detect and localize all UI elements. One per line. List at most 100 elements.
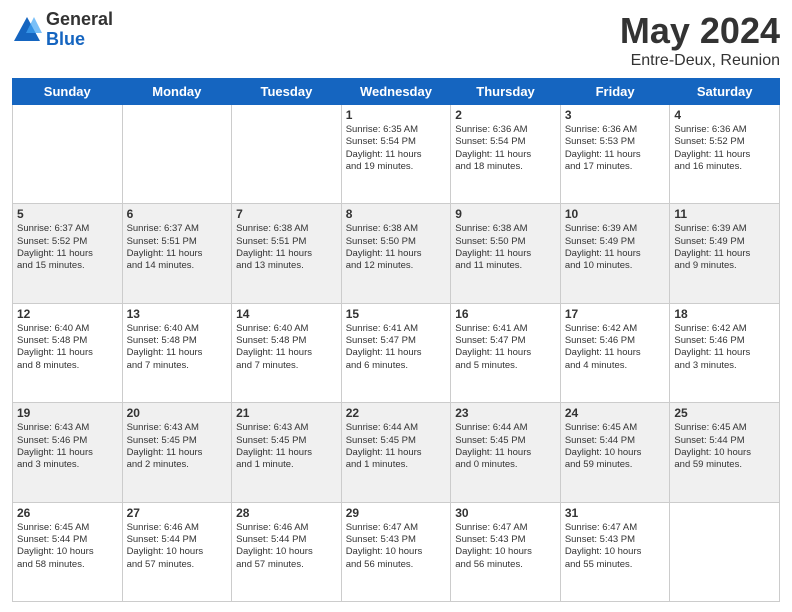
calendar-cell: 13Sunrise: 6:40 AM Sunset: 5:48 PM Dayli… [122, 303, 232, 402]
page: General Blue May 2024 Entre-Deux, Reunio… [0, 0, 792, 612]
day-info: Sunrise: 6:36 AM Sunset: 5:52 PM Dayligh… [674, 124, 775, 173]
main-title: May 2024 [620, 10, 780, 52]
calendar-cell: 8 Sunrise: 6:38 AM Sunset: 5:50 PM Daylig… [341, 204, 451, 303]
day-number: 29 [346, 506, 447, 520]
day-info: Sunrise: 6:45 AM Sunset: 5:44 PM Dayligh… [17, 522, 118, 571]
day-number: 9 [455, 207, 556, 221]
day-info: Sunrise: 6:45 AM Sunset: 5:44 PM Dayligh… [565, 422, 666, 471]
day-number: 27 [127, 506, 228, 520]
day-info: Sunrise: 6:40 AM Sunset: 5:48 PM Dayligh… [236, 323, 337, 372]
day-number: 5 [17, 207, 118, 221]
calendar-cell [13, 105, 123, 204]
calendar-cell [122, 105, 232, 204]
day-number: 30 [455, 506, 556, 520]
day-info: Sunrise: 6:43 AM Sunset: 5:45 PM Dayligh… [127, 422, 228, 471]
day-number: 6 [127, 207, 228, 221]
calendar-cell: 29 Sunrise: 6:47 AM Sunset: 5:43 PM Dayli… [341, 502, 451, 601]
calendar-cell: 9Sunrise: 6:38 AM Sunset: 5:50 PM Daylig… [451, 204, 561, 303]
logo-blue: Blue [46, 30, 113, 50]
subtitle: Entre-Deux, Reunion [620, 52, 780, 70]
day-number: 2 [455, 108, 556, 122]
calendar-cell: 3 Sunrise: 6:36 AM Sunset: 5:53 PM Daylig… [560, 105, 670, 204]
day-number: 15 [346, 307, 447, 321]
day-number: 17 [565, 307, 666, 321]
week-row-3: 19Sunrise: 6:43 AM Sunset: 5:46 PM Dayli… [13, 403, 780, 502]
day-info: Sunrise: 6:36 AM Sunset: 5:54 PM Dayligh… [455, 124, 556, 173]
day-number: 3 [565, 108, 666, 122]
day-info: Sunrise: 6:37 AM Sunset: 5:52 PM Dayligh… [17, 223, 118, 272]
header-row: SundayMondayTuesdayWednesdayThursdayFrid… [13, 79, 780, 105]
week-row-4: 26 Sunrise: 6:45 AM Sunset: 5:44 PM Dayli… [13, 502, 780, 601]
header-thursday: Thursday [451, 79, 561, 105]
day-info: Sunrise: 6:47 AM Sunset: 5:43 PM Dayligh… [565, 522, 666, 571]
day-number: 12 [17, 307, 118, 321]
calendar-cell: 14 Sunrise: 6:40 AM Sunset: 5:48 PM Dayli… [232, 303, 342, 402]
day-info: Sunrise: 6:37 AM Sunset: 5:51 PM Dayligh… [127, 223, 228, 272]
logo-text: General Blue [46, 10, 113, 50]
header-saturday: Saturday [670, 79, 780, 105]
day-number: 18 [674, 307, 775, 321]
day-info: Sunrise: 6:40 AM Sunset: 5:48 PM Dayligh… [17, 323, 118, 372]
header-wednesday: Wednesday [341, 79, 451, 105]
day-info: Sunrise: 6:39 AM Sunset: 5:49 PM Dayligh… [565, 223, 666, 272]
calendar-cell: 24 Sunrise: 6:45 AM Sunset: 5:44 PM Dayli… [560, 403, 670, 502]
logo: General Blue [12, 10, 113, 50]
header-sunday: Sunday [13, 79, 123, 105]
day-number: 8 [346, 207, 447, 221]
calendar-cell: 26 Sunrise: 6:45 AM Sunset: 5:44 PM Dayli… [13, 502, 123, 601]
day-number: 16 [455, 307, 556, 321]
calendar-cell: 5 Sunrise: 6:37 AM Sunset: 5:52 PM Daylig… [13, 204, 123, 303]
logo-icon [12, 15, 42, 45]
calendar-cell: 16 Sunrise: 6:41 AM Sunset: 5:47 PM Dayli… [451, 303, 561, 402]
calendar-cell: 30 Sunrise: 6:47 AM Sunset: 5:43 PM Dayli… [451, 502, 561, 601]
calendar-cell: 10 Sunrise: 6:39 AM Sunset: 5:49 PM Dayli… [560, 204, 670, 303]
header-friday: Friday [560, 79, 670, 105]
day-info: Sunrise: 6:41 AM Sunset: 5:47 PM Dayligh… [346, 323, 447, 372]
week-row-1: 5 Sunrise: 6:37 AM Sunset: 5:52 PM Daylig… [13, 204, 780, 303]
calendar-table: SundayMondayTuesdayWednesdayThursdayFrid… [12, 78, 780, 602]
calendar-cell [670, 502, 780, 601]
day-number: 28 [236, 506, 337, 520]
calendar-cell: 22Sunrise: 6:44 AM Sunset: 5:45 PM Dayli… [341, 403, 451, 502]
day-info: Sunrise: 6:38 AM Sunset: 5:50 PM Dayligh… [346, 223, 447, 272]
day-number: 13 [127, 307, 228, 321]
calendar-cell: 23Sunrise: 6:44 AM Sunset: 5:45 PM Dayli… [451, 403, 561, 502]
day-info: Sunrise: 6:42 AM Sunset: 5:46 PM Dayligh… [565, 323, 666, 372]
title-block: May 2024 Entre-Deux, Reunion [620, 10, 780, 70]
day-number: 26 [17, 506, 118, 520]
header: General Blue May 2024 Entre-Deux, Reunio… [12, 10, 780, 70]
calendar-cell: 31 Sunrise: 6:47 AM Sunset: 5:43 PM Dayli… [560, 502, 670, 601]
day-info: Sunrise: 6:47 AM Sunset: 5:43 PM Dayligh… [346, 522, 447, 571]
day-info: Sunrise: 6:35 AM Sunset: 5:54 PM Dayligh… [346, 124, 447, 173]
day-number: 24 [565, 406, 666, 420]
day-info: Sunrise: 6:47 AM Sunset: 5:43 PM Dayligh… [455, 522, 556, 571]
day-info: Sunrise: 6:38 AM Sunset: 5:51 PM Dayligh… [236, 223, 337, 272]
calendar-cell: 25Sunrise: 6:45 AM Sunset: 5:44 PM Dayli… [670, 403, 780, 502]
day-number: 7 [236, 207, 337, 221]
calendar-cell: 11Sunrise: 6:39 AM Sunset: 5:49 PM Dayli… [670, 204, 780, 303]
header-tuesday: Tuesday [232, 79, 342, 105]
day-info: Sunrise: 6:46 AM Sunset: 5:44 PM Dayligh… [127, 522, 228, 571]
day-info: Sunrise: 6:44 AM Sunset: 5:45 PM Dayligh… [455, 422, 556, 471]
calendar-cell: 2 Sunrise: 6:36 AM Sunset: 5:54 PM Daylig… [451, 105, 561, 204]
calendar-cell: 7 Sunrise: 6:38 AM Sunset: 5:51 PM Daylig… [232, 204, 342, 303]
week-row-0: 1Sunrise: 6:35 AM Sunset: 5:54 PM Daylig… [13, 105, 780, 204]
day-info: Sunrise: 6:41 AM Sunset: 5:47 PM Dayligh… [455, 323, 556, 372]
calendar-cell: 27 Sunrise: 6:46 AM Sunset: 5:44 PM Dayli… [122, 502, 232, 601]
calendar-cell: 17 Sunrise: 6:42 AM Sunset: 5:46 PM Dayli… [560, 303, 670, 402]
calendar-cell: 15 Sunrise: 6:41 AM Sunset: 5:47 PM Dayli… [341, 303, 451, 402]
day-number: 14 [236, 307, 337, 321]
calendar-cell: 4 Sunrise: 6:36 AM Sunset: 5:52 PM Daylig… [670, 105, 780, 204]
day-info: Sunrise: 6:44 AM Sunset: 5:45 PM Dayligh… [346, 422, 447, 471]
week-row-2: 12 Sunrise: 6:40 AM Sunset: 5:48 PM Dayli… [13, 303, 780, 402]
logo-general: General [46, 10, 113, 30]
calendar-cell: 6 Sunrise: 6:37 AM Sunset: 5:51 PM Daylig… [122, 204, 232, 303]
calendar-cell: 20Sunrise: 6:43 AM Sunset: 5:45 PM Dayli… [122, 403, 232, 502]
day-number: 10 [565, 207, 666, 221]
day-number: 4 [674, 108, 775, 122]
day-info: Sunrise: 6:45 AM Sunset: 5:44 PM Dayligh… [674, 422, 775, 471]
day-number: 31 [565, 506, 666, 520]
day-info: Sunrise: 6:36 AM Sunset: 5:53 PM Dayligh… [565, 124, 666, 173]
calendar-cell: 19Sunrise: 6:43 AM Sunset: 5:46 PM Dayli… [13, 403, 123, 502]
day-info: Sunrise: 6:39 AM Sunset: 5:49 PM Dayligh… [674, 223, 775, 272]
